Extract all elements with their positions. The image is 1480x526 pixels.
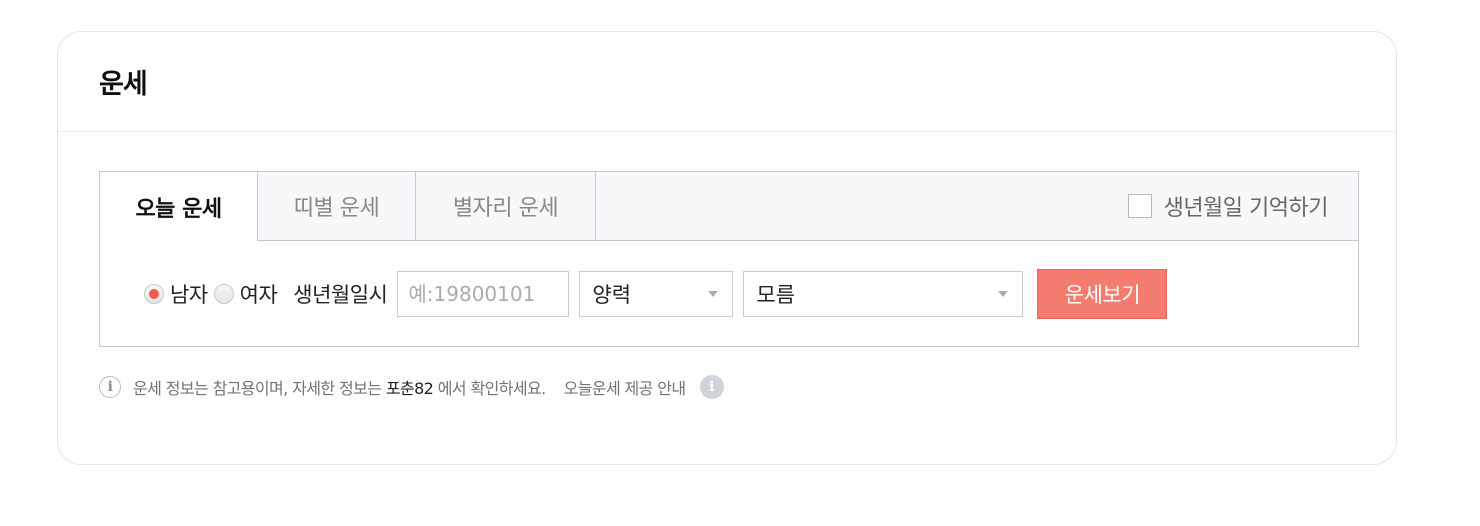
fortune-panel: 오늘 운세 띠별 운세 별자리 운세 생년월일 기억하기 남자 여자 생년월일시… [99, 171, 1359, 347]
birth-datetime-label: 생년월일시 [293, 282, 388, 307]
radio-female[interactable] [213, 283, 234, 304]
radio-male[interactable] [144, 283, 164, 304]
view-fortune-button[interactable]: 운세보기 [1037, 268, 1168, 319]
calendar-type-value: 양력 [592, 282, 632, 307]
birth-time-value: 모름 [756, 282, 796, 307]
fortune-card: 운세 오늘 운세 띠별 운세 별자리 운세 생년월일 기억하기 남자 여자 생년… [57, 31, 1397, 465]
provider-info-label[interactable]: 오늘운세 제공 안내 [564, 375, 687, 399]
tab-zodiac-animal-fortune[interactable]: 띠별 운세 [258, 172, 416, 240]
info-icon: i [99, 376, 121, 398]
birthdate-input[interactable] [397, 270, 570, 317]
tab-bar: 오늘 운세 띠별 운세 별자리 운세 생년월일 기억하기 [100, 172, 1358, 241]
info-note: i 운세 정보는 참고용이며, 자세한 정보는 포춘82 에서 확인하세요. 오… [99, 375, 724, 399]
info-filled-icon[interactable]: i [699, 375, 724, 399]
card-header: 운세 [58, 32, 1396, 132]
calendar-type-select[interactable]: 양력 [579, 270, 734, 317]
chevron-down-icon [998, 290, 1009, 297]
note-text-before: 운세 정보는 참고용이며, 자세한 정보는 [133, 379, 382, 398]
remember-checkbox[interactable] [1127, 194, 1152, 218]
remember-birthdate[interactable]: 생년월일 기억하기 [1127, 172, 1329, 240]
fortune-form: 남자 여자 생년월일시 양력 모름 운세보기 [100, 241, 1358, 346]
radio-female-label[interactable]: 여자 [240, 279, 278, 309]
note-brand: 포춘82 [385, 379, 434, 398]
tab-today-fortune[interactable]: 오늘 운세 [100, 172, 258, 241]
note-text-after: 에서 확인하세요. [437, 379, 546, 398]
card-title: 운세 [99, 69, 148, 100]
chevron-down-icon [708, 290, 719, 297]
radio-selected-dot [149, 288, 159, 299]
remember-label: 생년월일 기억하기 [1163, 196, 1329, 221]
radio-male-label[interactable]: 남자 [170, 279, 208, 309]
birth-time-select[interactable]: 모름 [743, 270, 1024, 317]
tab-constellation-fortune[interactable]: 별자리 운세 [416, 172, 596, 240]
